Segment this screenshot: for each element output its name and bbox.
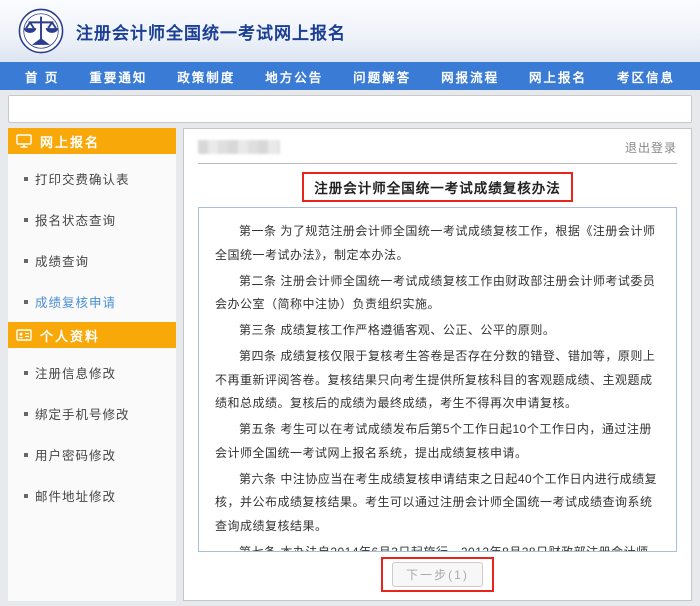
sidebar-section-title: 个人资料 xyxy=(40,326,100,345)
sidebar: 网上报名 打印交费确认表 报名状态查询 成绩查询 成绩复核申请 xyxy=(8,128,176,601)
sidebar-item-label: 成绩复核申请 xyxy=(35,292,116,311)
main-nav: 首 页 重要通知 政策制度 地方公告 问题解答 网报流程 网上报名 考区信息 xyxy=(0,62,700,90)
cicpa-logo-icon xyxy=(18,8,64,54)
document-title: 注册会计师全国统一考试成绩复核办法 xyxy=(302,172,573,202)
regulation-paragraph: 第一条 为了规范注册会计师全国统一考试成绩复核工作，根据《注册会计师全国统一考试… xyxy=(215,220,658,268)
sidebar-item-score-query[interactable]: 成绩查询 xyxy=(8,240,176,281)
sidebar-item-label: 绑定手机号修改 xyxy=(35,404,130,423)
regulation-text-box: 第一条 为了规范注册会计师全国统一考试成绩复核工作，根据《注册会计师全国统一考试… xyxy=(198,207,677,552)
sidebar-section-online-registration: 网上报名 xyxy=(8,128,176,154)
monitor-icon xyxy=(16,134,32,148)
regulation-paragraph: 第三条 成绩复核工作严格遵循客观、公正、公平的原则。 xyxy=(215,319,658,343)
bullet-icon xyxy=(24,177,28,181)
sidebar-list-personal-info: 注册信息修改 绑定手机号修改 用户密码修改 邮件地址修改 xyxy=(8,352,176,516)
bullet-icon xyxy=(24,371,28,375)
nav-item-online-registration[interactable]: 网上报名 xyxy=(529,67,587,86)
sidebar-item-label: 打印交费确认表 xyxy=(35,169,130,188)
regulation-paragraph: 第六条 中注协应当在考生成绩复核申请结束之日起40个工作日内进行成绩复核，并公布… xyxy=(215,468,658,539)
sidebar-item-label: 邮件地址修改 xyxy=(35,486,116,505)
sidebar-item-label: 注册信息修改 xyxy=(35,363,116,382)
nav-item-home[interactable]: 首 页 xyxy=(25,67,59,86)
annotation-box: 下一步(1) xyxy=(381,557,494,592)
bullet-icon xyxy=(24,494,28,498)
nav-item-local-announcements[interactable]: 地方公告 xyxy=(265,67,323,86)
sidebar-list-online-registration: 打印交费确认表 报名状态查询 成绩查询 成绩复核申请 xyxy=(8,158,176,322)
divider xyxy=(198,163,677,164)
button-row: 下一步(1) xyxy=(198,557,677,592)
logout-link[interactable]: 退出登录 xyxy=(625,139,677,156)
sidebar-section-title: 网上报名 xyxy=(40,132,100,151)
nav-item-exam-area-info[interactable]: 考区信息 xyxy=(617,67,675,86)
sidebar-item-email-edit[interactable]: 邮件地址修改 xyxy=(8,475,176,516)
user-name-redacted xyxy=(198,140,280,154)
user-row: 退出登录 xyxy=(198,138,677,156)
sidebar-item-label: 成绩查询 xyxy=(35,251,89,270)
next-step-button[interactable]: 下一步(1) xyxy=(392,562,483,587)
nav-item-policies[interactable]: 政策制度 xyxy=(177,67,235,86)
page-title: 注册会计师全国统一考试网上报名 xyxy=(76,19,346,44)
bullet-icon xyxy=(24,259,28,263)
regulation-paragraph: 第五条 考生可以在考试成绩发布后第5个工作日起10个工作日内，通过注册会计师全国… xyxy=(215,418,658,466)
nav-item-registration-process[interactable]: 网报流程 xyxy=(441,67,499,86)
bullet-icon xyxy=(24,412,28,416)
regulation-paragraph: 第七条 本办法自2014年6月3日起施行。2012年8月28日财政部注册会计师考… xyxy=(215,541,658,552)
bullet-icon xyxy=(24,218,28,222)
nav-item-notices[interactable]: 重要通知 xyxy=(89,67,147,86)
sidebar-item-password-edit[interactable]: 用户密码修改 xyxy=(8,434,176,475)
sidebar-item-label: 用户密码修改 xyxy=(35,445,116,464)
main-layout: 网上报名 打印交费确认表 报名状态查询 成绩查询 成绩复核申请 xyxy=(8,128,692,601)
bullet-icon xyxy=(24,300,28,304)
sidebar-item-label: 报名状态查询 xyxy=(35,210,116,229)
bullet-icon xyxy=(24,453,28,457)
id-card-icon xyxy=(16,328,32,342)
content-panel: 退出登录 注册会计师全国统一考试成绩复核办法 第一条 为了规范注册会计师全国统一… xyxy=(183,128,692,601)
sidebar-item-registration-info-edit[interactable]: 注册信息修改 xyxy=(8,352,176,393)
sidebar-item-bound-phone-edit[interactable]: 绑定手机号修改 xyxy=(8,393,176,434)
site-header: 注册会计师全国统一考试网上报名 xyxy=(0,0,700,62)
doc-title-row: 注册会计师全国统一考试成绩复核办法 xyxy=(198,172,677,202)
sidebar-item-registration-status-query[interactable]: 报名状态查询 xyxy=(8,199,176,240)
sidebar-item-print-payment-confirmation[interactable]: 打印交费确认表 xyxy=(8,158,176,199)
regulation-paragraph: 第四条 成绩复核仅限于复核考生答卷是否存在分数的错登、错加等，原则上不再重新评阅… xyxy=(215,345,658,416)
empty-notice-bar xyxy=(8,95,692,123)
sidebar-section-personal-info: 个人资料 xyxy=(8,322,176,348)
nav-item-faq[interactable]: 问题解答 xyxy=(353,67,411,86)
regulation-paragraph: 第二条 注册会计师全国统一考试成绩复核工作由财政部注册会计师考试委员会办公室（简… xyxy=(215,270,658,318)
sidebar-item-score-review-application[interactable]: 成绩复核申请 xyxy=(8,281,176,322)
